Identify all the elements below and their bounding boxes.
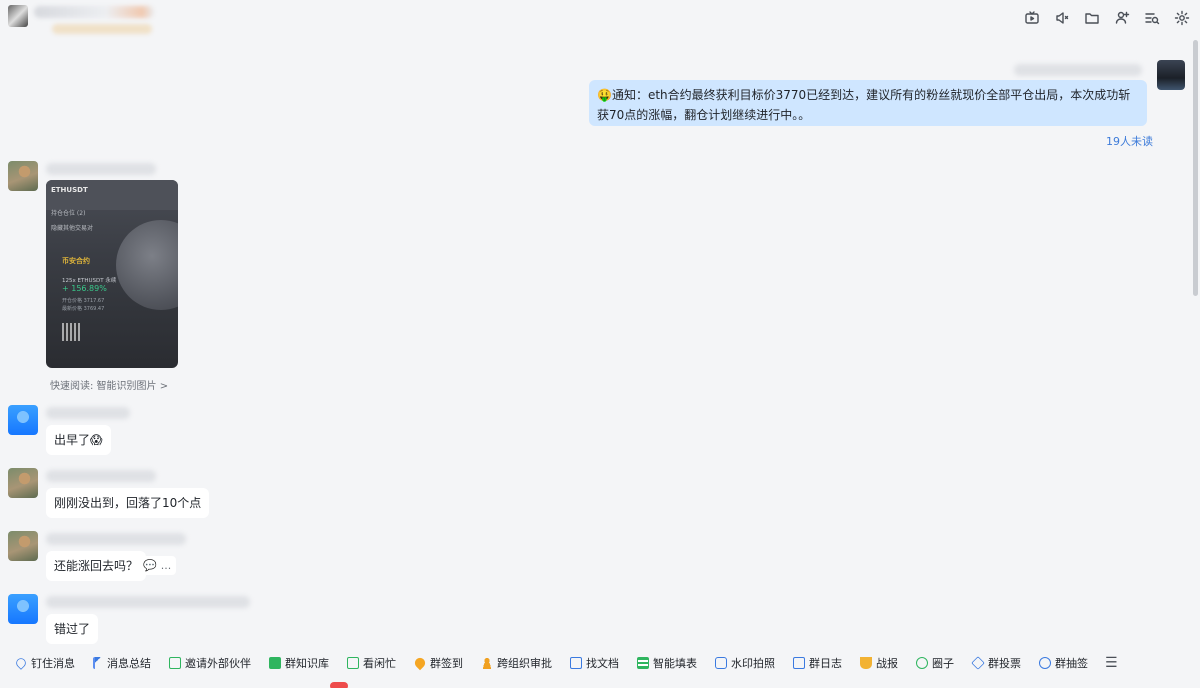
report-button[interactable]: 战报	[853, 652, 905, 674]
image-brand: 币安合约	[62, 257, 90, 265]
document-search-icon	[570, 657, 582, 669]
image-pair-title: ETHUSDT	[51, 186, 88, 194]
image-tag-positions: 持仓仓位 (2)	[51, 210, 86, 217]
invite-icon	[169, 657, 181, 669]
image-pair: 125x ETHUSDT 永续	[62, 278, 117, 284]
image-header	[46, 180, 178, 210]
message-bubble[interactable]: 还能涨回去吗？	[46, 551, 147, 581]
message-bubble[interactable]: 刚刚没出到，回落了10个点	[46, 488, 210, 518]
trophy-icon	[860, 657, 872, 669]
my-avatar[interactable]	[1157, 60, 1185, 90]
add-member-icon[interactable]	[1112, 8, 1132, 28]
circle-icon	[916, 657, 928, 669]
more-icon[interactable]: ...	[161, 559, 172, 572]
vote-icon	[971, 656, 985, 670]
message-bubble[interactable]: 出早了😱	[46, 425, 111, 455]
sender-avatar[interactable]	[8, 531, 38, 561]
more-menu-icon[interactable]: ☰	[1099, 655, 1124, 671]
availability-button[interactable]: 看闲忙	[340, 652, 403, 674]
sender-avatar[interactable]	[8, 468, 38, 498]
vote-button[interactable]: 群投票	[965, 652, 1028, 674]
camera-icon	[715, 657, 727, 669]
pin-message-button[interactable]: 钉住消息	[8, 652, 82, 674]
image-decoration	[116, 220, 178, 310]
image-entry-price: 开仓价格 3717.67	[62, 298, 105, 304]
header-actions	[1022, 8, 1192, 28]
spreadsheet-icon	[637, 657, 649, 669]
lottery-icon	[1039, 657, 1051, 669]
message-hover-actions: 💬 ...	[138, 556, 177, 575]
chat-header	[0, 0, 1200, 36]
approval-icon	[481, 657, 493, 669]
circle-button[interactable]: 圈子	[909, 652, 961, 674]
unread-count[interactable]: 19人未读	[1106, 133, 1153, 149]
image-last-price: 最新价格 3769.47	[62, 306, 105, 312]
trade-screenshot-image[interactable]: ETHUSDT 持仓仓位 (2) 隐藏其他交易对 币安合约 125x ETHUS…	[46, 180, 178, 368]
search-history-icon[interactable]	[1142, 8, 1162, 28]
qr-code	[62, 323, 80, 341]
scrollbar[interactable]	[1193, 40, 1198, 296]
reply-icon[interactable]: 💬	[143, 559, 157, 572]
group-avatar[interactable]	[8, 5, 28, 27]
notification-badge	[330, 682, 348, 688]
knowledge-base-button[interactable]: 群知识库	[262, 652, 336, 674]
smart-form-button[interactable]: 智能填表	[630, 652, 704, 674]
quick-read-link[interactable]: 快速阅读: 智能识别图片 >	[50, 377, 168, 392]
check-in-button[interactable]: 群签到	[407, 652, 470, 674]
pin-icon	[14, 656, 28, 670]
message-bubble[interactable]: 错过了	[46, 614, 99, 644]
watermark-camera-button[interactable]: 水印拍照	[708, 652, 782, 674]
settings-icon[interactable]	[1172, 8, 1192, 28]
sender-name-redacted	[46, 470, 156, 482]
folder-icon[interactable]	[1082, 8, 1102, 28]
log-icon	[793, 657, 805, 669]
money-face-emoji: 🤑	[597, 88, 612, 102]
live-icon[interactable]	[1022, 8, 1042, 28]
sender-name-redacted	[46, 407, 130, 419]
notice-message[interactable]: 🤑通知：eth合约最终获利目标价3770已经到达，建议所有的粉丝就现价全部平仓出…	[589, 80, 1147, 126]
calendar-check-icon	[347, 657, 359, 669]
lottery-button[interactable]: 群抽签	[1032, 652, 1095, 674]
image-pnl-percent: + 156.89%	[62, 284, 107, 293]
chat-toolbar: 钉住消息 消息总结 邀请外部伙伴 群知识库 看闲忙 群签到 跨组织审批 找文档 …	[0, 648, 1200, 678]
sender-name-redacted	[1014, 64, 1142, 76]
magic-wand-icon	[93, 657, 103, 669]
speaker-icon[interactable]	[1052, 8, 1072, 28]
knowledge-base-icon	[269, 657, 281, 669]
invite-partner-button[interactable]: 邀请外部伙伴	[162, 652, 258, 674]
approval-button[interactable]: 跨组织审批	[474, 652, 559, 674]
previous-message-redacted	[52, 24, 152, 34]
group-name-redacted	[34, 6, 154, 18]
sender-name-redacted	[46, 533, 186, 545]
notice-text: 通知：eth合约最终获利目标价3770已经到达，建议所有的粉丝就现价全部平仓出局…	[597, 88, 1131, 122]
sender-name-redacted	[46, 163, 156, 175]
location-pin-icon	[412, 655, 428, 671]
sender-name-redacted	[46, 596, 250, 608]
find-docs-button[interactable]: 找文档	[563, 652, 626, 674]
sender-avatar[interactable]	[8, 594, 38, 624]
summarize-button[interactable]: 消息总结	[86, 652, 158, 674]
image-tag-hide: 隐藏其他交易对	[51, 225, 94, 232]
sender-avatar[interactable]	[8, 161, 38, 191]
sender-avatar[interactable]	[8, 405, 38, 435]
group-log-button[interactable]: 群日志	[786, 652, 849, 674]
